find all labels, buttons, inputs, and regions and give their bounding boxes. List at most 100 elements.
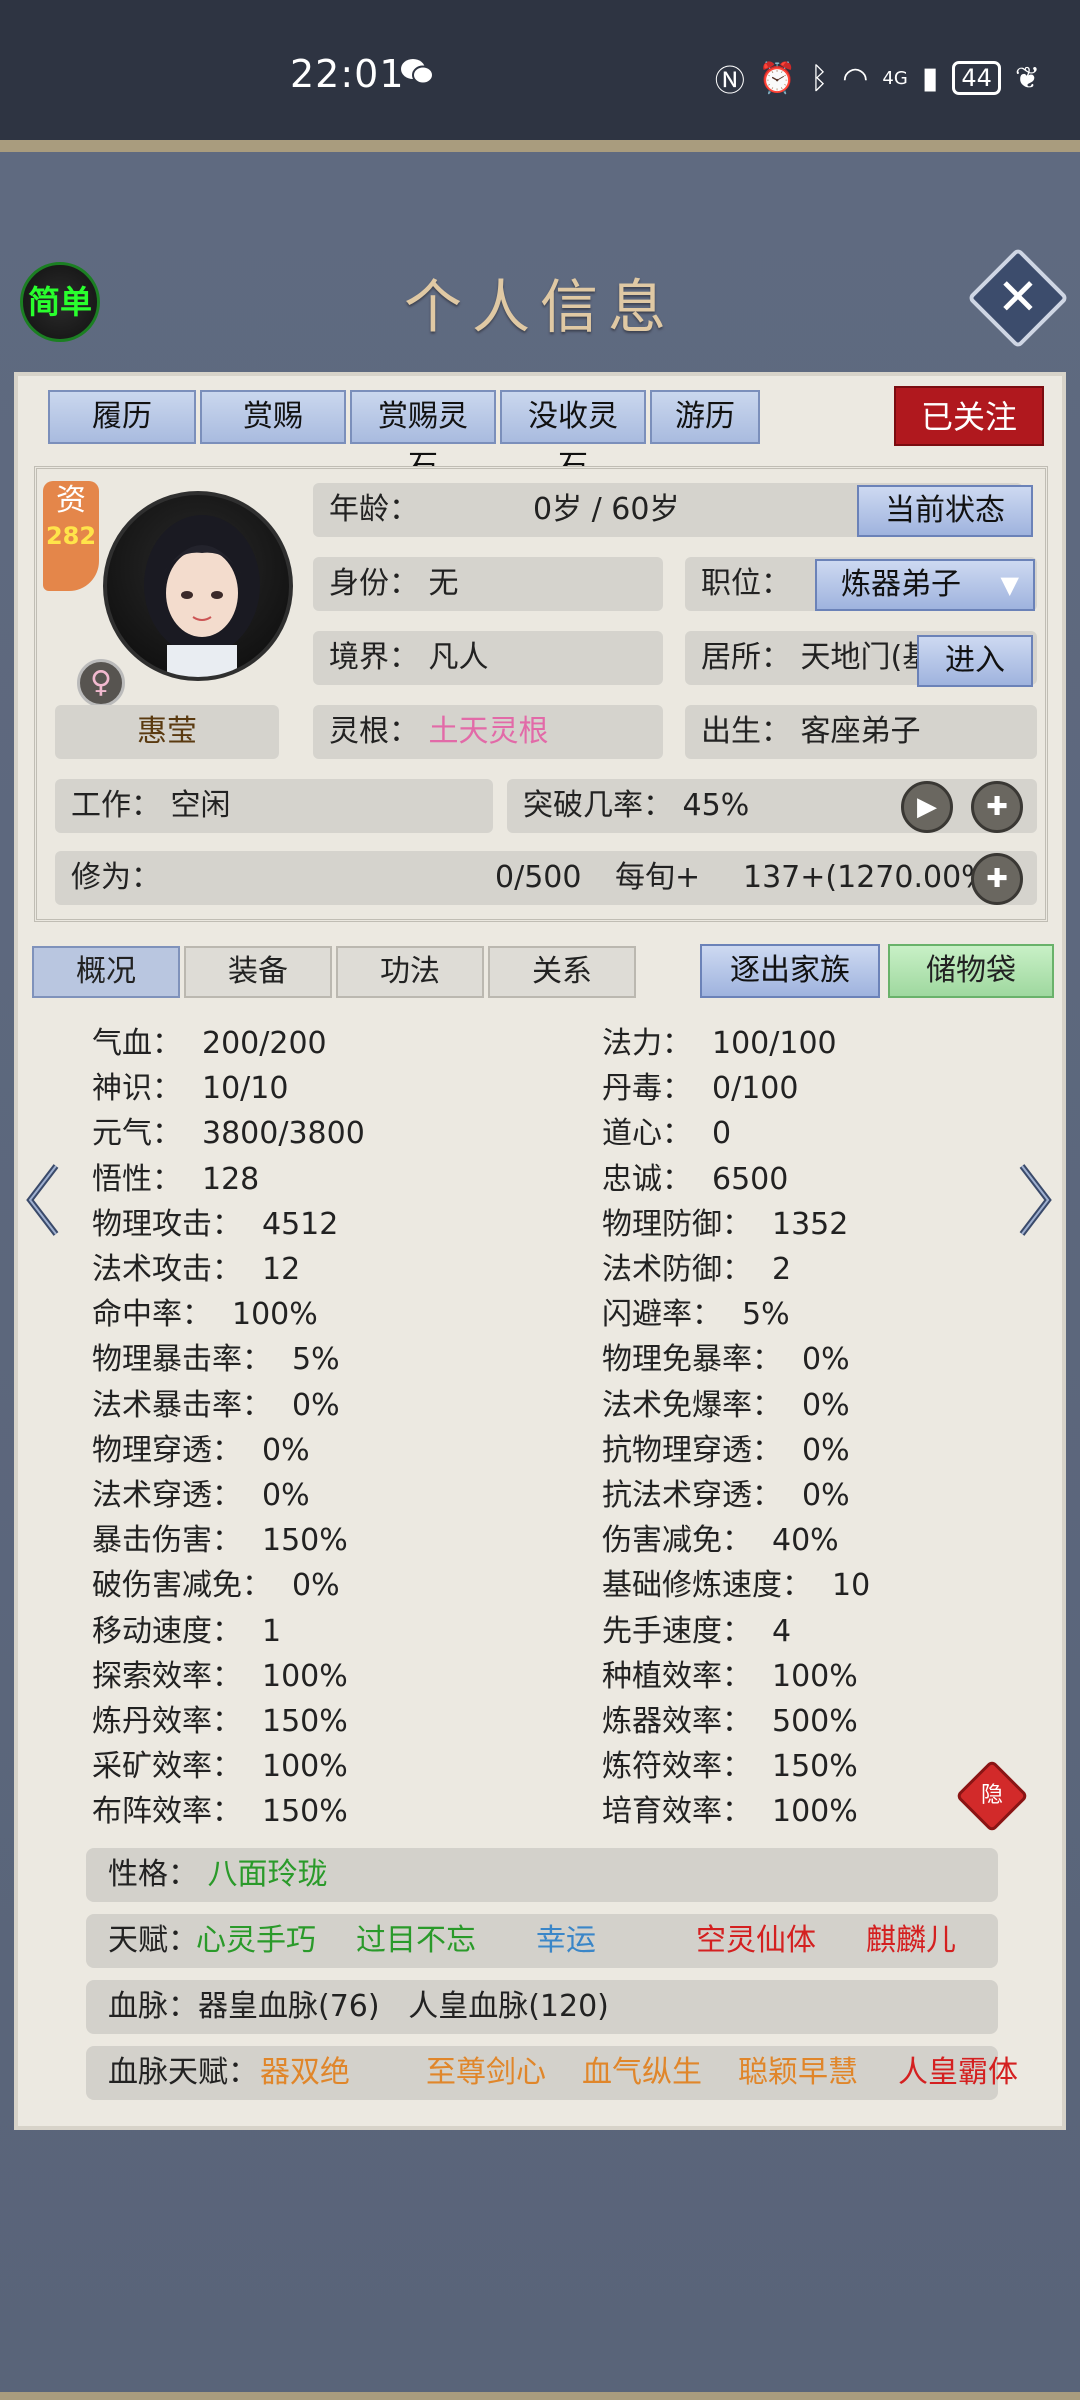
position-value: 炼器弟子	[841, 567, 961, 602]
battery-icon: 44	[952, 61, 1001, 95]
identity-row: 身份： 无	[313, 557, 663, 611]
tab-equipment[interactable]: 装备	[184, 946, 332, 998]
enter-button[interactable]: 进入	[917, 635, 1033, 687]
bloodline-value: 器皇血脉(76) 人皇血脉(120)	[198, 1989, 609, 2024]
stat-value: 0/100	[712, 1071, 799, 1106]
per-turn-label: 每旬+	[615, 860, 701, 895]
top-border	[0, 140, 1080, 152]
stat-row: 布阵效率： 150%	[92, 1792, 348, 1832]
talent-item[interactable]: 空灵仙体	[696, 1914, 816, 1968]
stat-label: 法术防御：	[602, 1252, 752, 1287]
stat-label: 命中率：	[92, 1297, 212, 1332]
stat-label: 炼丹效率：	[92, 1704, 242, 1739]
signal-icon: ▮	[921, 60, 939, 96]
residence-value: 天地门(基	[800, 640, 933, 675]
detail-tabs: 概况 装备 功法 关系	[32, 946, 636, 998]
stat-label: 伤害减免：	[602, 1523, 752, 1558]
stat-value: 150%	[262, 1523, 348, 1558]
bloodline-talents-label: 血脉天赋：	[108, 2055, 258, 2090]
nfc-icon: Ⓝ	[714, 64, 745, 99]
stat-value: 200/200	[202, 1026, 327, 1061]
birth-row: 出生： 客座弟子	[685, 705, 1037, 759]
bloodline-talent-item[interactable]: 至尊剑心	[426, 2046, 546, 2100]
stat-label: 道心：	[602, 1116, 692, 1151]
stat-value: 0%	[292, 1568, 340, 1603]
stat-label: 物理防御：	[602, 1207, 752, 1242]
stat-row: 移动速度： 1	[92, 1612, 281, 1652]
tab-techniques[interactable]: 功法	[336, 946, 484, 998]
next-arrow-icon[interactable]	[1016, 1160, 1056, 1240]
personality-bar: 性格： 八面玲珑	[86, 1848, 998, 1902]
stat-label: 炼器效率：	[602, 1704, 752, 1739]
current-status-button[interactable]: 当前状态	[857, 485, 1033, 537]
stat-row: 法术防御： 2	[602, 1250, 791, 1290]
spirit-root-label: 灵根：	[329, 714, 419, 749]
stat-row: 物理防御： 1352	[602, 1205, 848, 1245]
stat-row: 炼符效率： 150%	[602, 1747, 858, 1787]
stat-label: 元气：	[92, 1116, 182, 1151]
tab-reward-stones[interactable]: 赏赐灵石	[350, 390, 496, 484]
expel-button[interactable]: 逐出家族	[700, 944, 880, 998]
realm-label: 境界：	[329, 640, 419, 675]
stat-label: 法术暴击率：	[92, 1388, 272, 1423]
stat-value: 0%	[802, 1388, 850, 1423]
tab-travel[interactable]: 游历	[650, 390, 760, 444]
talent-item[interactable]: 幸运	[536, 1914, 596, 1968]
talents-bar: 天赋： 心灵手巧 过目不忘 幸运 空灵仙体 麒麟儿	[86, 1914, 998, 1968]
bloodline-talents-bar: 血脉天赋： 器双绝 至尊剑心 血气纵生 聪颖早慧 人皇霸体	[86, 2046, 1018, 2100]
per-turn-value: 137+(1270.00%)	[743, 860, 1002, 895]
stat-label: 物理免暴率：	[602, 1342, 782, 1377]
stat-value: 2	[772, 1252, 792, 1287]
avatar[interactable]	[103, 491, 293, 681]
play-icon[interactable]: ▶	[901, 781, 953, 833]
talent-item[interactable]: 麒麟儿	[866, 1914, 956, 1968]
tab-overview[interactable]: 概况	[32, 946, 180, 998]
stat-value: 150%	[772, 1749, 858, 1784]
tab-reward[interactable]: 赏赐	[200, 390, 346, 444]
stat-value: 100/100	[712, 1026, 837, 1061]
bloodline-talent-item[interactable]: 聪颖早慧	[738, 2046, 858, 2100]
stat-value: 0%	[802, 1478, 850, 1513]
stat-value: 100%	[262, 1749, 348, 1784]
stat-row: 闪避率： 5%	[602, 1295, 790, 1335]
bloodline-talent-item[interactable]: 器双绝	[260, 2046, 350, 2100]
stat-row: 丹毒： 0/100	[602, 1069, 798, 1109]
character-name: 惠莹	[55, 705, 279, 759]
stat-label: 破伤害减免：	[92, 1568, 272, 1603]
birth-value: 客座弟子	[800, 714, 921, 749]
stat-label: 基础修炼速度：	[602, 1568, 812, 1603]
stat-label: 采矿效率：	[92, 1749, 242, 1784]
stat-label: 忠诚：	[602, 1162, 692, 1197]
info-panel: 履历 赏赐 赏赐灵石 没收灵石 游历 已关注 资 282 ♀ 惠莹 年龄： 0岁	[14, 372, 1066, 2130]
breakthrough-value: 45%	[682, 788, 750, 823]
stat-row: 暴击伤害： 150%	[92, 1521, 348, 1561]
stat-label: 物理暴击率：	[92, 1342, 272, 1377]
talent-item[interactable]: 心灵手巧	[196, 1914, 316, 1968]
position-dropdown[interactable]: 炼器弟子 ▼	[815, 559, 1035, 611]
bloodline-talent-item[interactable]: 血气纵生	[582, 2046, 702, 2100]
bloodline-talent-item[interactable]: 人皇霸体	[898, 2046, 1018, 2100]
stat-value: 1352	[772, 1207, 849, 1242]
identity-label: 身份：	[329, 566, 419, 601]
cultivation-value: 0/500	[495, 860, 582, 895]
stat-row: 采矿效率： 100%	[92, 1747, 348, 1787]
tab-relations[interactable]: 关系	[488, 946, 636, 998]
talent-item[interactable]: 过目不忘	[356, 1914, 476, 1968]
add-breakthrough-icon[interactable]: ✚	[971, 781, 1023, 833]
stat-row: 先手速度： 4	[602, 1612, 791, 1652]
stat-row: 道心： 0	[602, 1114, 731, 1154]
stat-row: 法术免爆率： 0%	[602, 1386, 850, 1426]
followed-button[interactable]: 已关注	[894, 386, 1044, 446]
stat-row: 神识： 10/10	[92, 1069, 288, 1109]
tab-confiscate-stones[interactable]: 没收灵石	[500, 390, 646, 484]
stat-row: 元气： 3800/3800	[92, 1114, 365, 1154]
prev-arrow-icon[interactable]	[22, 1160, 62, 1240]
add-cultivation-icon[interactable]: ✚	[971, 853, 1023, 905]
storage-bag-button[interactable]: 储物袋	[888, 944, 1054, 998]
stat-row: 法术暴击率： 0%	[92, 1386, 340, 1426]
stat-row: 炼丹效率： 150%	[92, 1702, 348, 1742]
aptitude-label: 资	[56, 483, 86, 518]
tab-history[interactable]: 履历	[48, 390, 196, 444]
stat-label: 物理穿透：	[92, 1433, 242, 1468]
stat-value: 10/10	[202, 1071, 289, 1106]
